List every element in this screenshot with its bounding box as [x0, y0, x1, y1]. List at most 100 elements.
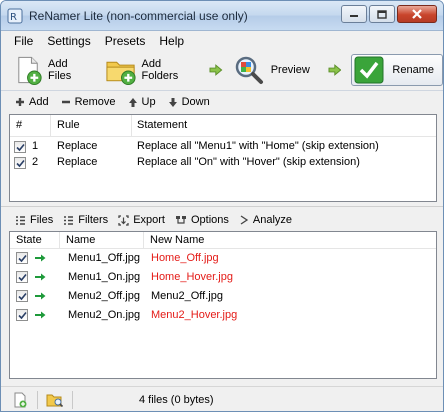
rule-number: 2	[32, 156, 39, 168]
status-folder-button[interactable]	[44, 390, 66, 410]
close-button[interactable]	[397, 5, 437, 23]
menu-help[interactable]: Help	[152, 34, 191, 48]
app-icon: R	[7, 8, 23, 24]
rename-button[interactable]: Rename	[351, 54, 443, 86]
col-number[interactable]: #	[16, 119, 22, 131]
col-statement[interactable]: Statement	[137, 119, 187, 131]
file-checkbox[interactable]	[16, 252, 28, 264]
col-name[interactable]: Name	[66, 234, 95, 246]
rule-statement: Replace all "Menu1" with "Home" (skip ex…	[137, 140, 379, 152]
file-new-name: Menu2_Hover.jpg	[151, 309, 238, 321]
col-rule[interactable]: Rule	[57, 119, 80, 131]
add-rule-button[interactable]: Add	[15, 96, 49, 108]
menu-presets[interactable]: Presets	[98, 34, 153, 48]
file-row[interactable]: Menu1_Off.jpg Home_Off.jpg	[10, 249, 436, 268]
title-bar[interactable]: R ReNamer Lite (non-commercial use only)	[1, 1, 443, 31]
header-divider	[143, 232, 144, 249]
move-up-button[interactable]: Up	[128, 96, 156, 108]
export-label: Export	[133, 214, 165, 226]
files-list-icon	[16, 215, 25, 225]
remove-rule-label: Remove	[74, 96, 116, 108]
add-folders-label: Add Folders	[141, 58, 179, 82]
export-button[interactable]: Export	[118, 214, 165, 226]
minimize-icon	[350, 15, 358, 17]
rules-table[interactable]: # Rule Statement 1 Replace Replace all "…	[9, 114, 437, 202]
export-icon	[118, 214, 129, 226]
col-state[interactable]: State	[16, 234, 42, 246]
minimize-button[interactable]	[341, 5, 367, 23]
checkmark-icon	[15, 143, 25, 151]
splitter[interactable]	[1, 206, 443, 207]
file-checkbox[interactable]	[16, 309, 28, 321]
rename-check-icon	[354, 56, 384, 84]
files-toolbar: Files Filters Export Options Analyze	[1, 211, 443, 229]
move-up-label: Up	[141, 96, 156, 108]
file-checkbox[interactable]	[16, 271, 28, 283]
checkmark-icon	[17, 311, 27, 319]
checkmark-icon	[17, 254, 27, 262]
maximize-button[interactable]	[369, 5, 395, 23]
col-new-name[interactable]: New Name	[150, 234, 204, 246]
file-name: Menu1_On.jpg	[68, 271, 141, 283]
rule-number: 1	[32, 140, 39, 152]
menu-bar: File Settings Presets Help	[1, 31, 443, 50]
file-new-name: Home_Off.jpg	[151, 252, 219, 264]
rule-checkbox[interactable]	[14, 157, 26, 169]
rule-checkbox[interactable]	[14, 141, 26, 153]
checkmark-icon	[17, 292, 27, 300]
file-new-name: Home_Hover.jpg	[151, 271, 233, 283]
folder-search-icon	[46, 394, 64, 408]
window-controls	[341, 5, 437, 23]
checkmark-icon	[17, 273, 27, 281]
file-row[interactable]: Menu2_Off.jpg Menu2_Off.jpg	[10, 287, 436, 306]
rule-row[interactable]: 2 Replace Replace all "On" with "Hover" …	[10, 155, 436, 171]
menu-file[interactable]: File	[7, 34, 40, 48]
files-header: State Name New Name	[10, 232, 436, 249]
state-arrow-icon	[35, 254, 46, 262]
file-new-name: Menu2_Off.jpg	[151, 290, 223, 302]
add-files-button[interactable]: Add Files	[9, 52, 97, 88]
add-folders-icon	[105, 61, 136, 86]
status-bar: 4 files (0 bytes)	[1, 386, 443, 411]
maximize-icon	[377, 9, 387, 19]
status-add-file-button[interactable]	[9, 390, 31, 410]
filters-label: Filters	[78, 214, 109, 226]
status-divider	[72, 391, 73, 409]
header-divider	[131, 115, 132, 137]
filters-button[interactable]: Filters	[63, 214, 108, 226]
arrow-right-icon	[328, 64, 342, 76]
add-files-icon	[18, 56, 42, 86]
close-icon	[412, 9, 422, 19]
add-files-label: Add Files	[48, 58, 72, 82]
renamer-window: R ReNamer Lite (non-commercial use only)…	[0, 0, 444, 412]
plus-icon	[16, 98, 24, 106]
arrow-up-icon	[128, 97, 137, 107]
files-menu-label: Files	[30, 214, 54, 226]
files-table[interactable]: State Name New Name Menu1_Off.jpg Home_O…	[9, 231, 437, 379]
file-row[interactable]: Menu2_On.jpg Menu2_Hover.jpg	[10, 306, 436, 325]
header-divider	[59, 232, 60, 249]
svg-text:R: R	[10, 12, 17, 23]
arrow-right-icon	[209, 64, 223, 76]
analyze-button[interactable]: Analyze	[239, 214, 292, 226]
add-file-icon	[14, 392, 27, 408]
menu-settings[interactable]: Settings	[40, 34, 97, 48]
file-row[interactable]: Menu1_On.jpg Home_Hover.jpg	[10, 268, 436, 287]
remove-rule-button[interactable]: Remove	[61, 96, 116, 108]
options-button[interactable]: Options	[175, 214, 229, 226]
rules-toolbar: Add Remove Up Down	[1, 91, 443, 113]
rule-row[interactable]: 1 Replace Replace all "Menu1" with "Home…	[10, 139, 436, 155]
preview-magnifier-icon	[235, 56, 263, 84]
file-checkbox[interactable]	[16, 290, 28, 302]
file-name: Menu2_Off.jpg	[68, 290, 140, 302]
filters-icon	[64, 215, 74, 225]
move-down-button[interactable]: Down	[168, 96, 210, 108]
status-text: 4 files (0 bytes)	[139, 394, 214, 406]
rename-label: Rename	[392, 64, 434, 76]
analyze-label: Analyze	[252, 214, 293, 226]
state-arrow-icon	[35, 311, 46, 319]
add-folders-button[interactable]: Add Folders	[101, 52, 204, 88]
files-menu-button[interactable]: Files	[15, 214, 53, 226]
preview-button[interactable]: Preview	[229, 52, 314, 88]
arrow-down-icon	[168, 97, 177, 107]
